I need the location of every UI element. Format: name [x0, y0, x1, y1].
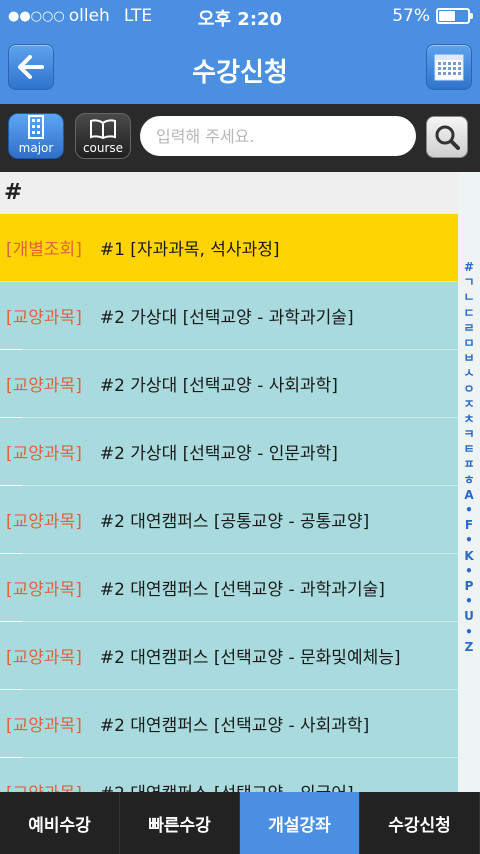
list-item-title: #2 가상대 [선택교양 - 과학과기술]: [99, 308, 354, 328]
index-scrollbar[interactable]: # ㄱㄴㄷㄹㅁㅂㅅㅇㅈㅊㅋㅌㅍㅎ A • F • K • P • U • Z: [458, 172, 480, 792]
index-item[interactable]: ㄱ: [458, 275, 480, 290]
index-item[interactable]: ㅅ: [458, 366, 480, 381]
battery-fill: [439, 11, 455, 21]
index-item[interactable]: ㄷ: [458, 306, 480, 321]
list-item-title: #2 대연캠퍼스 [선택교양 - 사회과학]: [99, 716, 370, 736]
list-item-title: #2 대연캠퍼스 [선택교양 - 외국어]: [100, 779, 354, 792]
index-item[interactable]: ㅈ: [458, 397, 480, 412]
index-item[interactable]: ㄹ: [458, 321, 480, 336]
index-item[interactable]: U: [458, 609, 480, 624]
course-toggle-button[interactable]: course: [75, 113, 131, 159]
course-label: course: [82, 141, 124, 155]
index-item[interactable]: ㅇ: [458, 382, 480, 397]
search-icon: [435, 125, 460, 150]
list-item[interactable]: [개별조회] #1 [자과과목, 석사과정]: [0, 214, 458, 282]
list-item[interactable]: [교양과목] #2 대연캠퍼스 [선택교양 - 과학과기술]: [0, 554, 458, 622]
index-item[interactable]: ㅋ: [458, 427, 480, 442]
list-item-title: #2 가상대 [선택교양 - 사회과학]: [99, 376, 338, 396]
search-input[interactable]: [140, 116, 416, 156]
list-item-tag: [교양과목]: [6, 512, 82, 532]
battery-icon: [436, 8, 473, 24]
list-item-title: #2 대연캠퍼스 [공통교양 - 공통교양]: [99, 512, 370, 532]
index-item[interactable]: Z: [458, 640, 480, 655]
calendar-icon: [434, 54, 464, 81]
index-item[interactable]: ㅂ: [458, 351, 480, 366]
index-item[interactable]: F: [458, 518, 480, 533]
status-right: 57%: [392, 6, 473, 26]
list-item-tag: [교양과목]: [6, 648, 82, 668]
list-item-tag: [개별조회]: [6, 240, 82, 260]
list-item-title: #2 가상대 [선택교양 - 인문과학]: [99, 444, 338, 464]
index-item[interactable]: •: [458, 564, 480, 579]
list-item[interactable]: [교양과목] #2 대연캠퍼스 [선택교양 - 사회과학]: [0, 690, 458, 758]
major-toggle-button[interactable]: major: [8, 113, 64, 159]
list-item[interactable]: [교양과목] #2 대연캠퍼스 [선택교양 - 외국어]: [0, 758, 458, 792]
list-item-title: #2 대연캠퍼스 [선택교양 - 과학과기술]: [99, 580, 385, 600]
search-button[interactable]: [426, 116, 468, 158]
index-list: # ㄱㄴㄷㄹㅁㅂㅅㅇㅈㅊㅋㅌㅍㅎ A • F • K • P • U • Z: [458, 260, 480, 655]
search-toolbar: major course: [0, 104, 480, 172]
tab-bar: 예비수강 빠른수강 개설강좌 수강신청: [0, 792, 480, 854]
tab-1[interactable]: 예비수강: [0, 792, 120, 854]
list-item-tag: [교양과목]: [6, 444, 82, 464]
list-item-tag: [교양과목]: [6, 779, 82, 792]
list-item-tag: [교양과목]: [6, 580, 82, 600]
calendar-button[interactable]: [426, 44, 472, 90]
major-label: major: [18, 141, 54, 155]
list-item[interactable]: [교양과목] #2 가상대 [선택교양 - 과학과기술]: [0, 282, 458, 350]
page-title: 수강신청: [192, 58, 288, 88]
index-item[interactable]: ㅌ: [458, 442, 480, 457]
list-item-title: #1 [자과과목, 석사과정]: [99, 240, 280, 260]
index-item[interactable]: ㄴ: [458, 290, 480, 305]
index-item[interactable]: •: [458, 503, 480, 518]
index-item[interactable]: ㅎ: [458, 473, 480, 488]
building-icon: [28, 115, 44, 139]
nav-bar: 수강신청: [0, 32, 480, 104]
index-item[interactable]: A: [458, 488, 480, 503]
course-list[interactable]: # [개별조회] #1 [자과과목, 석사과정] [교양과목] #2 가상대 [선택교…: [0, 172, 458, 792]
list-item-tag: [교양과목]: [6, 308, 82, 328]
index-item[interactable]: •: [458, 625, 480, 640]
section-header: #: [0, 172, 458, 214]
list-items: [개별조회] #1 [자과과목, 석사과정] [교양과목] #2 가상대 [선택교양 …: [0, 214, 458, 792]
list-item-tag: [교양과목]: [6, 376, 82, 396]
battery-percent: 57%: [392, 6, 430, 26]
list-item-title: #2 대연캠퍼스 [선택교양 - 문화및예체능]: [99, 648, 401, 668]
index-item[interactable]: ㅁ: [458, 336, 480, 351]
index-item[interactable]: #: [458, 260, 480, 275]
index-item[interactable]: •: [458, 533, 480, 548]
index-item[interactable]: ㅊ: [458, 412, 480, 427]
tab-3[interactable]: 개설강좌: [240, 792, 360, 854]
book-icon: [90, 119, 116, 139]
tab-2[interactable]: 빠른수강: [120, 792, 240, 854]
index-item[interactable]: ㅍ: [458, 457, 480, 472]
list-item[interactable]: [교양과목] #2 가상대 [선택교양 - 사회과학]: [0, 350, 458, 418]
index-item[interactable]: P: [458, 579, 480, 594]
list-item[interactable]: [교양과목] #2 대연캠퍼스 [선택교양 - 문화및예체능]: [0, 622, 458, 690]
status-bar: ●●○○○ olleh LTE 오후 2:20 57%: [0, 0, 480, 32]
list-item[interactable]: [교양과목] #2 대연캠퍼스 [공통교양 - 공통교양]: [0, 486, 458, 554]
index-item[interactable]: K: [458, 549, 480, 564]
tab-4[interactable]: 수강신청: [360, 792, 480, 854]
list-item[interactable]: [교양과목] #2 가상대 [선택교양 - 인문과학]: [0, 418, 458, 486]
index-item[interactable]: •: [458, 594, 480, 609]
list-item-tag: [교양과목]: [6, 716, 82, 736]
